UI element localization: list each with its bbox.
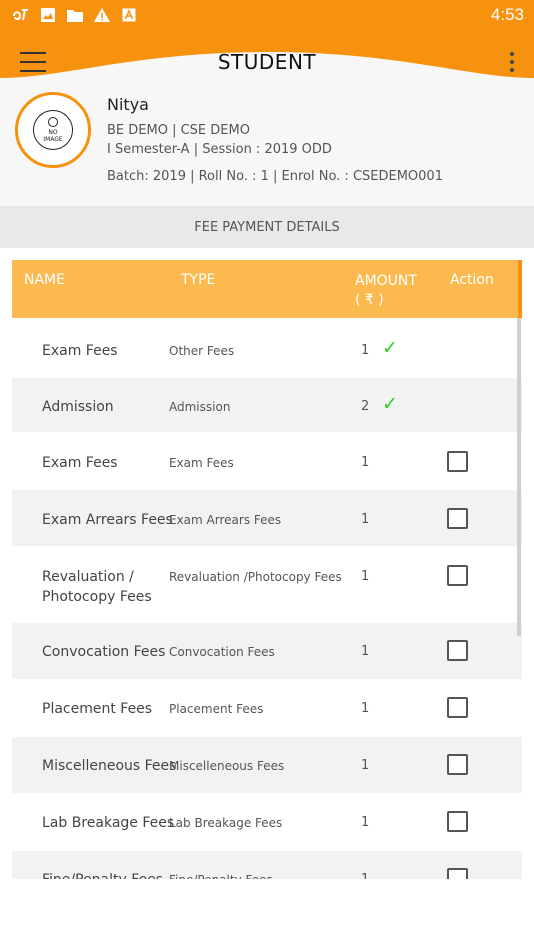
fee-name: Admission [42,399,114,415]
no-image-icon: NO IMAGE [33,110,73,150]
status-bar: 4:53 [0,0,534,32]
fee-type: Fine/Penalty Fees [169,873,273,879]
table-row: Miscelleneous Fees Miscelleneous Fees 1 [12,737,522,793]
fee-type: Exam Arrears Fees [169,513,282,527]
table-header: NAME TYPE AMOUNT ( ₹ ) Action [12,260,522,318]
fee-amount: 1 [361,512,370,527]
fee-amount: 1 [361,815,370,830]
table-row: Admission Admission 2 ✓ [12,378,522,432]
fee-table: NAME TYPE AMOUNT ( ₹ ) Action Exam Fees … [12,260,522,879]
select-fee-checkbox[interactable] [447,697,468,718]
fee-type: Admission [169,400,231,414]
table-row: Revaluation / Photocopy Fees Revaluation… [12,546,522,623]
select-fee-checkbox[interactable] [447,451,468,472]
table-row: Lab Breakage Fees Lab Breakage Fees 1 [12,793,522,851]
font-icon [120,6,138,24]
fee-type: Other Fees [169,344,235,358]
fee-amount: 1 [361,872,369,879]
image-icon [39,6,57,24]
column-header-amount-label: AMOUNT [355,273,417,289]
column-header-type: TYPE [181,272,216,288]
paid-check-icon: ✓ [382,337,398,359]
fee-amount: 1 [361,701,370,716]
course-info: BE DEMO | CSE DEMO [107,123,250,138]
fee-amount: 1 [361,343,370,358]
select-fee-checkbox[interactable] [447,508,468,529]
table-row: Exam Fees Exam Fees 1 [12,432,522,490]
select-fee-checkbox[interactable] [447,811,468,832]
scrollbar[interactable] [517,318,521,636]
select-fee-checkbox[interactable] [447,868,468,879]
select-fee-checkbox[interactable] [447,640,468,661]
warning-icon [93,6,111,24]
batch-info: Batch: 2019 | Roll No. : 1 | Enrol No. :… [107,169,443,184]
fee-type: Exam Fees [169,456,234,470]
fee-name: Exam Arrears Fees [42,512,173,528]
avatar: NO IMAGE [15,92,91,168]
fee-name: Placement Fees [42,701,153,717]
select-fee-checkbox[interactable] [447,754,468,775]
fee-type: Convocation Fees [169,645,275,659]
fee-name: Miscelleneous Fees [42,758,177,774]
student-name: Nitya [107,95,149,114]
fee-type: Revaluation /Photocopy Fees [169,570,342,584]
fee-type: Lab Breakage Fees [169,816,283,830]
fee-name: Revaluation / [42,569,134,585]
select-fee-checkbox[interactable] [447,565,468,586]
student-profile: NO IMAGE Nitya BE DEMO | CSE DEMO I Seme… [0,92,534,206]
fee-amount: 2 [361,399,370,414]
more-options-icon[interactable] [508,52,516,72]
fee-amount: 1 [361,569,370,584]
app-notification-icon [12,6,30,24]
fee-amount: 1 [361,644,370,659]
folder-icon [66,6,84,24]
fee-type: Miscelleneous Fees [169,759,285,773]
fee-amount: 1 [361,758,370,773]
section-header: FEE PAYMENT DETAILS [0,206,534,248]
column-header-name: NAME [24,272,65,288]
status-icons [12,6,138,24]
table-row: Exam Fees Other Fees 1 ✓ [12,318,522,378]
fee-name: Exam Fees [42,343,118,359]
status-time: 4:53 [490,5,524,24]
table-row: Exam Arrears Fees Exam Arrears Fees 1 [12,490,522,546]
fee-type: Placement Fees [169,702,264,716]
column-header-amount: AMOUNT ( ₹ ) [355,272,417,310]
column-header-amount-unit: ( ₹ ) [355,292,384,308]
fee-name: Lab Breakage Fees [42,815,175,831]
avatar-placeholder-text: NO IMAGE [43,129,63,143]
paid-check-icon: ✓ [382,393,398,415]
table-row: Placement Fees Placement Fees 1 [12,679,522,737]
semester-info: I Semester-A | Session : 2019 ODD [107,142,332,157]
column-header-action: Action [450,272,494,288]
fee-name-line2: Photocopy Fees [42,589,152,605]
fee-name: Convocation Fees [42,644,166,660]
app-bar: STUDENT [0,32,534,92]
fee-name: Fine/Penalty Fees [42,870,163,879]
fee-amount: 1 [361,455,370,470]
table-row: Convocation Fees Convocation Fees 1 [12,623,522,679]
fee-name: Exam Fees [42,455,118,471]
table-row: Fine/Penalty Fees Fine/Penalty Fees 1 [12,851,522,879]
page-title: STUDENT [217,50,317,74]
